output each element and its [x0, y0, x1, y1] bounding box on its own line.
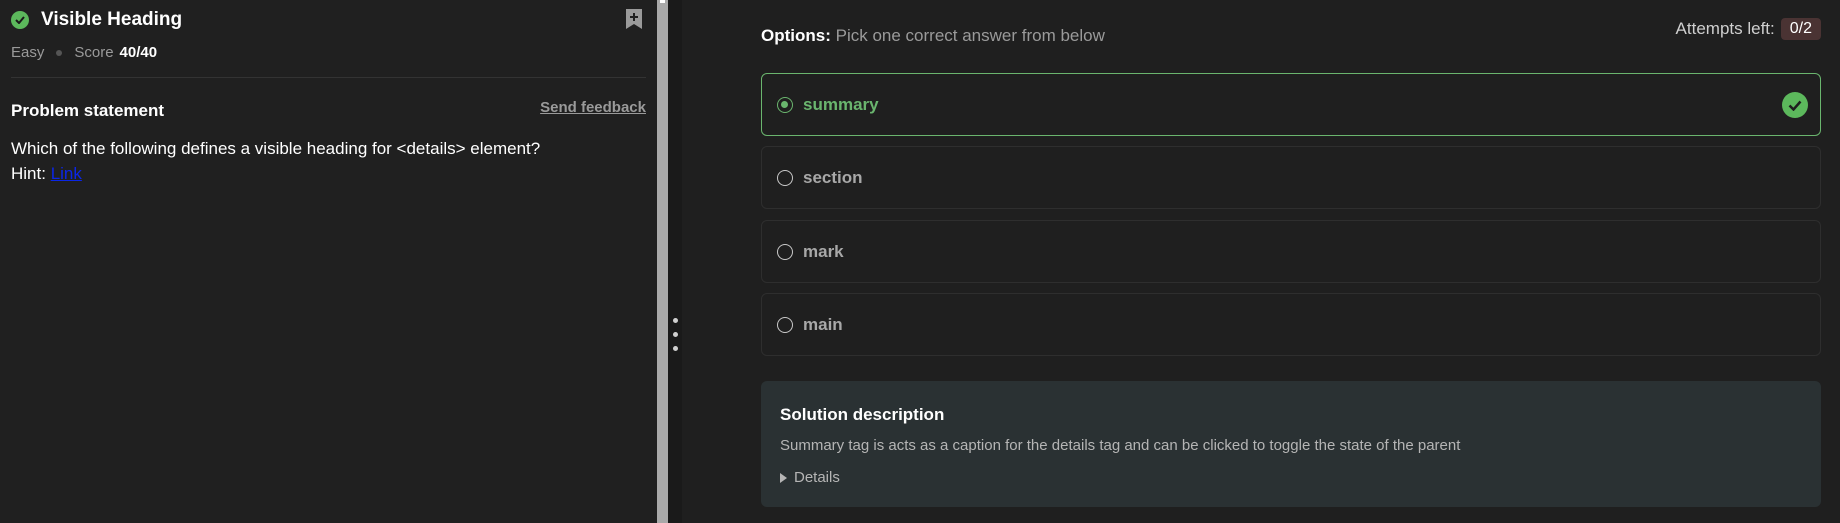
score-label: Score	[74, 44, 114, 61]
question-body: Which of the following defines a visible…	[11, 139, 541, 158]
problem-statement-heading: Problem statement	[11, 101, 165, 120]
check-circle-icon	[1782, 92, 1808, 118]
problem-title-row: Visible Heading	[11, 9, 182, 31]
send-feedback-link[interactable]: Send feedback	[540, 99, 646, 116]
score-value: 40/40	[119, 44, 158, 61]
problem-title: Visible Heading	[41, 9, 183, 30]
options-label: Options:	[761, 26, 831, 45]
option-mark[interactable]: mark	[761, 220, 1821, 283]
option-summary[interactable]: summary	[761, 73, 1821, 136]
hint-label: Hint:	[11, 164, 46, 183]
drag-handle-dot[interactable]	[673, 332, 678, 337]
hint-row: Hint: Link	[11, 161, 540, 186]
check-circle-icon	[11, 11, 29, 29]
problem-panel: Visible Heading Easy Score 40/40 Problem…	[0, 0, 657, 523]
panel-resize-handle[interactable]	[668, 0, 682, 523]
option-label: mark	[803, 241, 844, 261]
triangle-right-icon	[780, 472, 787, 483]
option-label: main	[803, 314, 843, 334]
options-instruction: Options: Pick one correct answer from be…	[761, 26, 1105, 46]
problem-meta: Easy Score 40/40	[11, 44, 157, 61]
drag-handle-dot[interactable]	[673, 346, 678, 351]
difficulty-label: Easy	[11, 44, 45, 61]
question-text: Which of the following defines a visible…	[11, 136, 540, 186]
answer-panel: Options: Pick one correct answer from be…	[682, 0, 1840, 523]
divider	[11, 77, 646, 78]
drag-handle-dot[interactable]	[673, 318, 678, 323]
option-label: summary	[803, 94, 879, 114]
attempts-badge: 0/2	[1780, 18, 1821, 40]
radio-icon[interactable]	[777, 243, 793, 260]
radio-icon[interactable]	[777, 316, 793, 333]
option-label: section	[803, 167, 863, 187]
solution-title: Solution description	[780, 405, 945, 424]
option-main[interactable]: main	[761, 293, 1821, 356]
attempts-label: Attempts left:	[1675, 19, 1775, 38]
bookmark-add-icon[interactable]	[624, 8, 644, 30]
separator-dot	[56, 49, 63, 56]
scroll-up-arrow[interactable]	[660, 0, 665, 3]
solution-text: Summary tag is acts as a caption for the…	[780, 437, 1461, 454]
hint-link[interactable]: Link	[51, 164, 82, 183]
left-scrollbar[interactable]	[657, 0, 668, 523]
solution-card: Solution description Summary tag is acts…	[761, 381, 1821, 507]
details-toggle[interactable]: Details	[780, 469, 840, 486]
details-label: Details	[794, 469, 840, 486]
option-section[interactable]: section	[761, 146, 1821, 209]
options-label-text: Pick one correct answer from below	[835, 26, 1105, 45]
attempts-indicator: Attempts left: 0/2	[1676, 18, 1821, 40]
radio-icon[interactable]	[777, 169, 793, 186]
radio-selected-icon[interactable]	[777, 96, 793, 113]
